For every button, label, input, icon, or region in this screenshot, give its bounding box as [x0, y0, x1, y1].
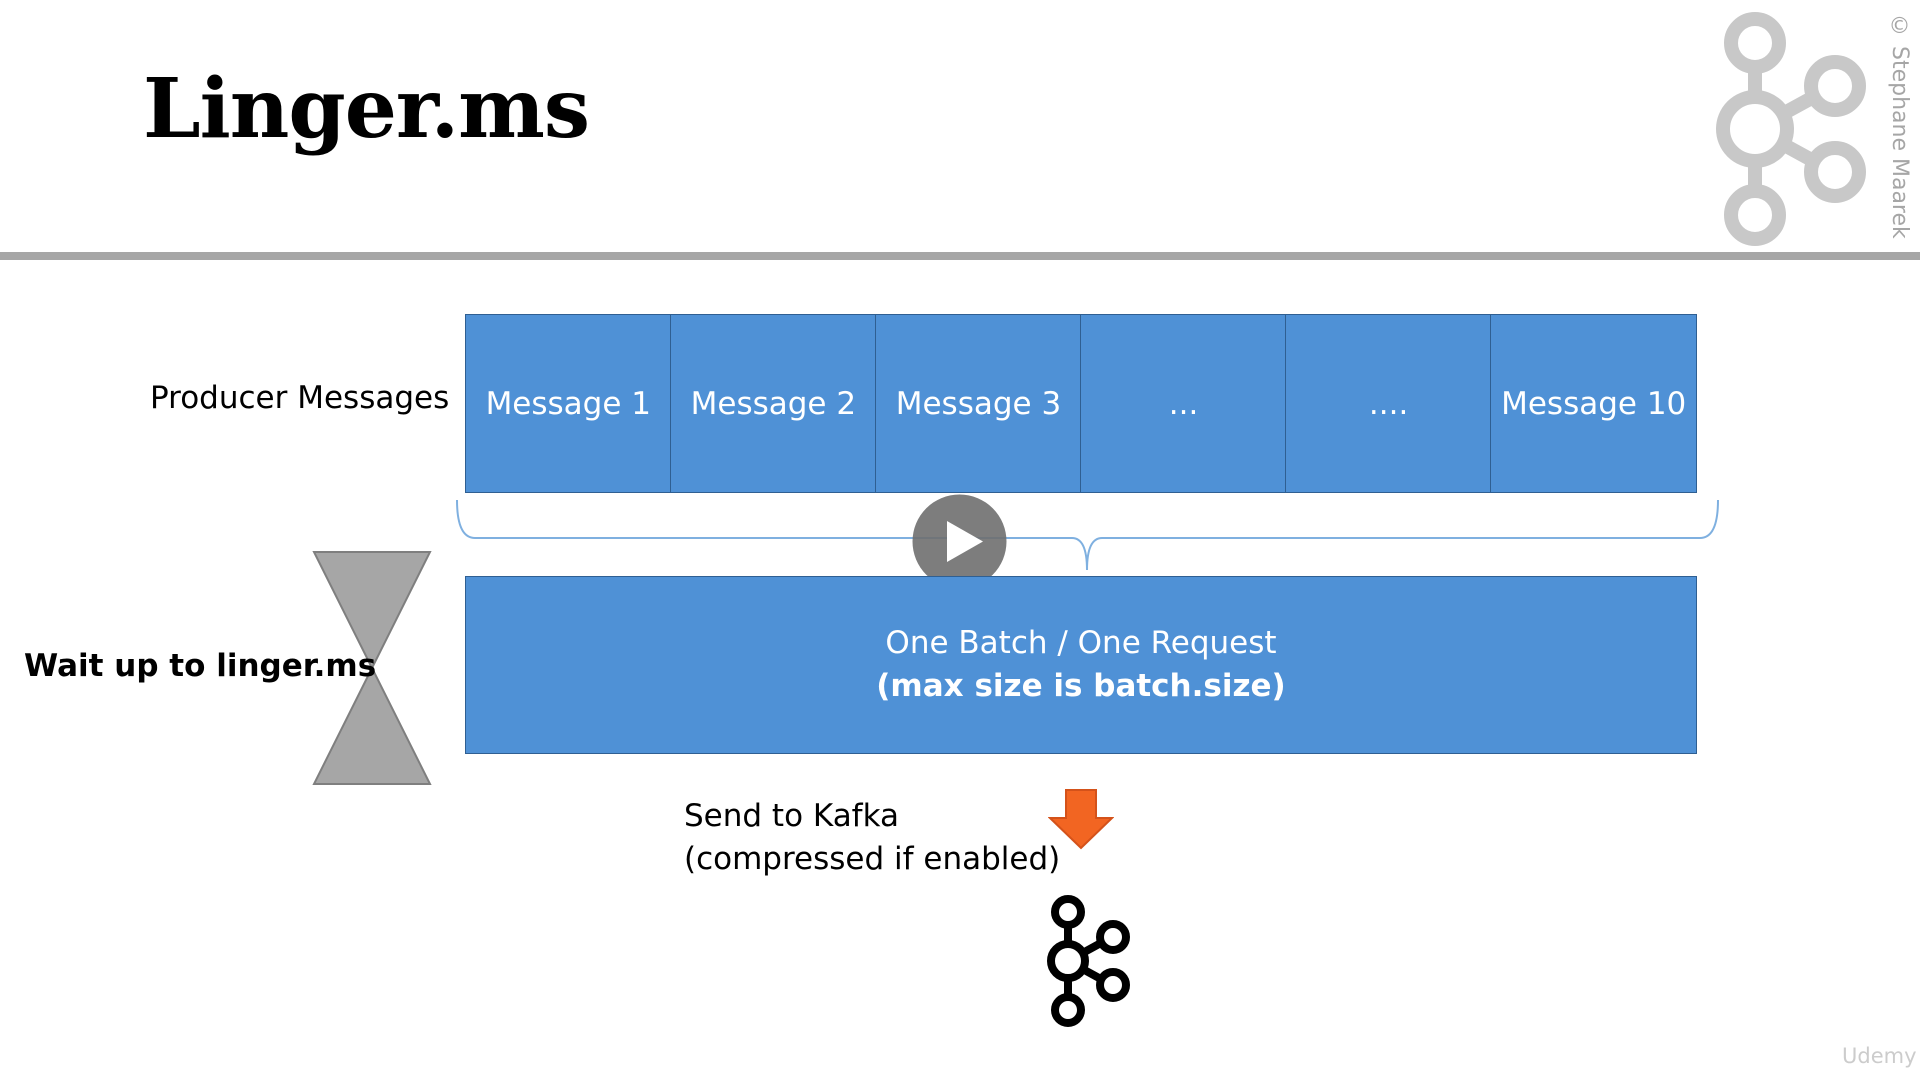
batch-size-note: (max size is batch.size)	[876, 668, 1286, 704]
message-box: Message 1	[465, 314, 672, 493]
batch-box: One Batch / One Request (max size is bat…	[465, 576, 1697, 754]
message-box: ....	[1285, 314, 1492, 493]
batch-title: One Batch / One Request	[885, 625, 1277, 661]
slide-title: Linger.ms	[143, 61, 590, 157]
copyright-notice: © Stephane Maarek	[1887, 14, 1912, 239]
message-box: Message 3	[875, 314, 1082, 493]
message-box: Message 2	[670, 314, 877, 493]
header-divider	[0, 252, 1920, 260]
message-box: ...	[1080, 314, 1287, 493]
grouping-brace	[456, 499, 1719, 571]
wait-linger-label: Wait up to linger.ms	[24, 648, 377, 684]
compression-note: (compressed if enabled)	[684, 841, 1061, 877]
send-line: Send to Kafka	[684, 798, 900, 834]
kafka-watermark-icon	[1716, 12, 1866, 246]
send-to-kafka-text: Send to Kafka (compressed if enabled)	[684, 795, 1060, 881]
slide: Linger.ms © Stephane Maarek Producer Mes…	[0, 0, 1920, 1080]
udemy-watermark: Udemy	[1842, 1044, 1917, 1068]
messages-row: Message 1 Message 2 Message 3 ... .... M…	[465, 314, 1697, 493]
down-arrow-icon	[1048, 789, 1114, 850]
producer-messages-label: Producer Messages	[150, 380, 450, 416]
message-box: Message 10	[1490, 314, 1697, 493]
kafka-logo-icon	[1047, 895, 1130, 1027]
